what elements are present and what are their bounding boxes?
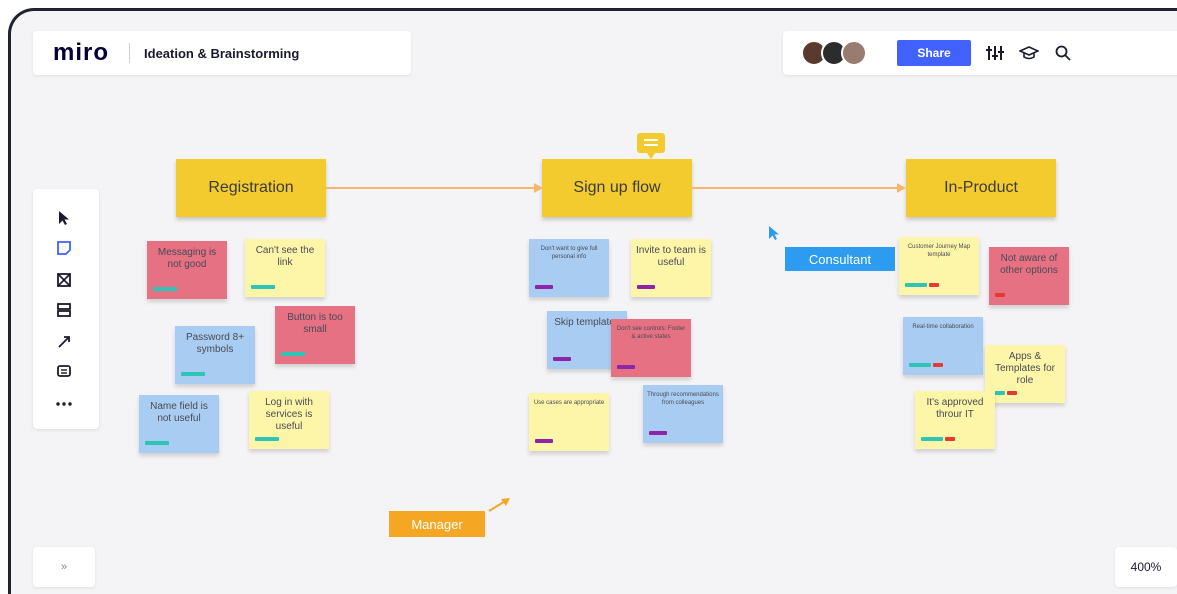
column-header-registration[interactable]: Registration [176, 159, 326, 217]
sticky-note-text: Through recommendations from colleagues [647, 392, 719, 406]
column-header-in-product[interactable]: In-Product [906, 159, 1056, 217]
sticky-note-text: Apps & Templates for role [994, 351, 1056, 386]
sticky-note-text: Button is too small [287, 312, 343, 335]
sticky-note[interactable]: Customer Journey Map template [899, 237, 979, 295]
sticky-note[interactable]: Button is too small [275, 306, 355, 364]
sticky-note[interactable]: Log in with services is useful [249, 391, 329, 449]
sticky-note-text: Messaging is not good [157, 247, 217, 270]
note-tag [153, 287, 177, 291]
zoom-level[interactable]: 400% [1115, 547, 1177, 587]
sticky-note-text: Don't want to give full personal info [540, 246, 598, 260]
note-tag [251, 285, 275, 289]
note-tag [649, 431, 667, 435]
note-tag [281, 352, 305, 356]
sticky-note-text: Don't see controls: Footer & active stat… [616, 326, 686, 340]
board-header: miro Ideation & Brainstorming [33, 31, 411, 75]
column-header-signup-flow[interactable]: Sign up flow [542, 159, 692, 217]
sticky-note[interactable]: It's approved throur IT [915, 391, 995, 449]
board-title[interactable]: Ideation & Brainstorming [144, 46, 299, 61]
note-tag [553, 357, 571, 361]
note-tag [905, 283, 927, 287]
note-tag [995, 293, 1005, 297]
note-tag [145, 441, 169, 445]
board-canvas[interactable]: miro Ideation & Brainstorming Share » 40… [8, 8, 1177, 594]
consultant-cursor-icon [768, 225, 782, 246]
manager-cursor-label: Manager [389, 511, 485, 537]
learning-cap-icon[interactable] [1019, 43, 1039, 63]
sticky-note[interactable]: Messaging is not good [147, 241, 227, 299]
collaboration-bar: Share [783, 31, 1177, 75]
user-avatar-3[interactable] [841, 40, 867, 66]
note-tag [1007, 391, 1017, 395]
connector-arrow-icon[interactable] [53, 331, 75, 353]
miro-logo[interactable]: miro [53, 39, 109, 67]
sticky-note[interactable]: Through recommendations from colleagues [643, 385, 723, 443]
flow-arrow-2 [692, 187, 898, 189]
more-icon[interactable] [53, 393, 75, 415]
frame-icon[interactable] [53, 269, 75, 291]
sticky-note-text: It's approved throur IT [926, 397, 984, 420]
sticky-note-text: Customer Journey Map template [907, 244, 971, 258]
sticky-note-text: Invite to team is useful [635, 245, 707, 268]
sticky-note-text: Can't see the link [255, 245, 315, 268]
note-tag [255, 437, 279, 441]
sticky-note-text: Name field is not useful [150, 401, 208, 424]
sticky-note-text: Real-time collaboration [912, 324, 974, 330]
comment-icon[interactable] [53, 361, 75, 383]
note-tag [945, 437, 955, 441]
sticky-note[interactable]: Real-time collaboration [903, 317, 983, 375]
manager-cursor-arrow-icon [487, 497, 513, 518]
sticky-note-text: Password 8+ symbols [185, 332, 245, 355]
sticky-note[interactable]: Not aware of other options [989, 247, 1069, 305]
consultant-cursor-label: Consultant [785, 247, 895, 271]
sticky-note[interactable]: Don't see controls: Footer & active stat… [611, 319, 691, 377]
search-icon[interactable] [1053, 43, 1073, 63]
note-tag [909, 363, 931, 367]
sticky-note-text: Not aware of other options [1000, 253, 1058, 276]
note-tag [617, 365, 635, 369]
note-tag [637, 285, 655, 289]
note-tag [921, 437, 943, 441]
sticky-note[interactable]: Password 8+ symbols [175, 326, 255, 384]
left-toolbar [33, 189, 99, 429]
note-tag [929, 283, 939, 287]
share-button[interactable]: Share [897, 40, 971, 66]
sticky-note-text: Log in with services is useful [265, 397, 313, 432]
note-tag [535, 285, 553, 289]
settings-sliders-icon[interactable] [985, 43, 1005, 63]
note-tag [181, 372, 205, 376]
sticky-note[interactable]: Invite to team is useful [631, 239, 711, 297]
sticky-note-icon[interactable] [53, 237, 75, 259]
header-divider [129, 43, 131, 63]
sticky-note[interactable]: Can't see the link [245, 239, 325, 297]
expand-panel-button[interactable]: » [33, 547, 95, 587]
sticky-note[interactable]: Apps & Templates for role [985, 345, 1065, 403]
select-cursor-icon[interactable] [53, 207, 75, 229]
note-tag [933, 363, 943, 367]
sticky-note[interactable]: Don't want to give full personal info [529, 239, 609, 297]
note-tag [535, 439, 553, 443]
flow-arrowhead-1 [534, 183, 543, 193]
flow-arrow-1 [326, 187, 536, 189]
flow-arrowhead-2 [897, 183, 906, 193]
sticky-note-text: Use cases are appropriate [533, 400, 605, 406]
templates-icon[interactable] [53, 299, 75, 321]
comment-bubble-icon[interactable] [637, 133, 665, 159]
sticky-note[interactable]: Name field is not useful [139, 395, 219, 453]
sticky-note[interactable]: Use cases are appropriate [529, 393, 609, 451]
